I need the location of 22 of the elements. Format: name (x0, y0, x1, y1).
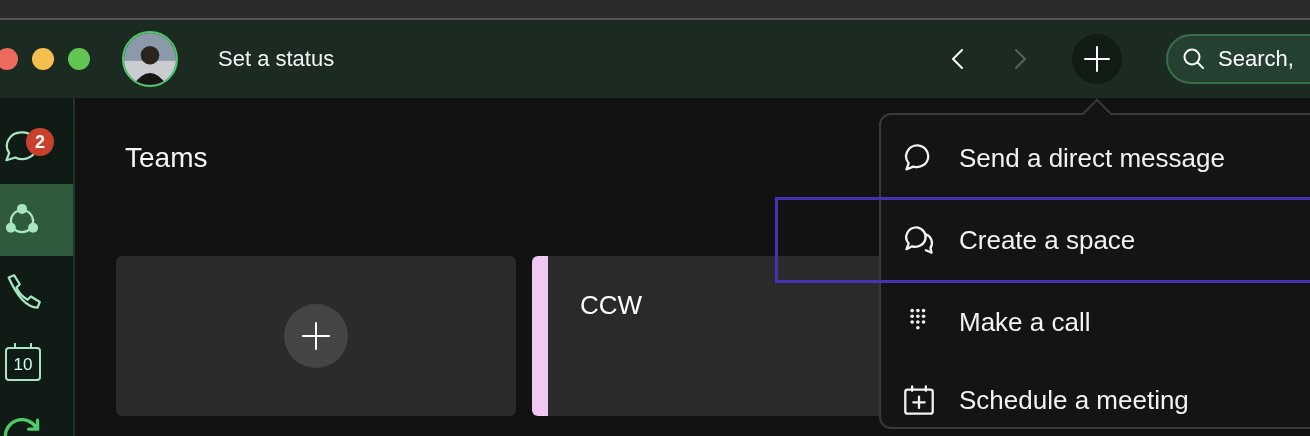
chat-bubbles-icon (903, 224, 935, 256)
sidebar-item[interactable]: 10 (0, 328, 73, 400)
minimize-window-button[interactable] (32, 48, 54, 70)
refresh-icon (2, 418, 42, 436)
new-button[interactable] (1072, 34, 1122, 84)
search-input[interactable]: Search, (1216, 45, 1310, 73)
close-window-button[interactable] (0, 48, 18, 70)
menu-item[interactable]: Send a direct message (879, 119, 1310, 197)
menu-item[interactable]: Create a space (775, 197, 1310, 283)
avatar[interactable] (122, 31, 178, 87)
sidebar-item[interactable]: 2 (0, 112, 73, 184)
search-field[interactable]: Search, (1166, 34, 1310, 84)
calendar-date: 10 (13, 355, 33, 373)
search-icon (1182, 47, 1206, 71)
maximize-window-button[interactable] (68, 48, 90, 70)
page-title: Teams (125, 142, 208, 174)
plus-icon (1083, 45, 1111, 73)
set-status-link[interactable]: Set a status (218, 46, 946, 72)
sidebar-item[interactable] (0, 184, 73, 256)
calendar-plus-icon (903, 384, 935, 416)
unread-badge: 2 (26, 128, 54, 156)
plus-icon (301, 321, 331, 351)
